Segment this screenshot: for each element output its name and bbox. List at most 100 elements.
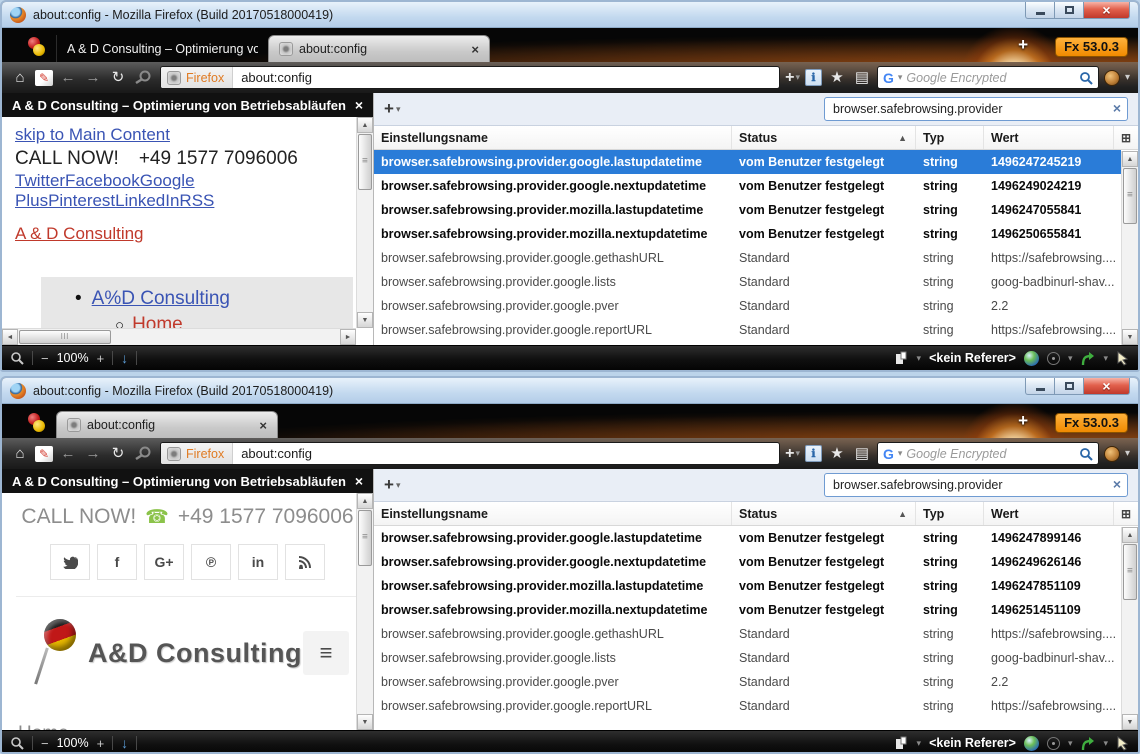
selection-tool-icon[interactable]	[133, 445, 155, 463]
clipboard-icon[interactable]: ▤	[852, 446, 872, 461]
proxy-globe-icon[interactable]	[1024, 736, 1039, 751]
config-row[interactable]: browser.safebrowsing.provider.google.nex…	[374, 174, 1121, 198]
linkedin-icon[interactable]: in	[238, 544, 278, 580]
config-filter-input[interactable]	[824, 473, 1128, 497]
config-row[interactable]: browser.safebrowsing.provider.google.las…	[374, 526, 1121, 550]
table-vertical-scrollbar[interactable]: ▲▼	[1121, 527, 1138, 730]
add-toolbar-button[interactable]: +▾	[785, 445, 800, 463]
column-typ[interactable]: Typ	[916, 126, 984, 149]
pages-icon[interactable]	[895, 351, 909, 365]
column-wert[interactable]: Wert	[984, 126, 1114, 149]
url-bar[interactable]: Firefox about:config	[160, 442, 780, 465]
sidebar-close-icon[interactable]: ×	[355, 97, 363, 113]
add-pref-button[interactable]: +▾	[384, 99, 400, 119]
search-box[interactable]: G ▾	[877, 442, 1099, 465]
referer-status[interactable]: <kein Referer>	[929, 351, 1016, 365]
forward-icon[interactable]: →	[83, 446, 103, 461]
config-row[interactable]: browser.safebrowsing.provider.google.rep…	[374, 318, 1121, 342]
sidebar-horizontal-scrollbar[interactable]: ◄►	[2, 328, 356, 345]
referer-status[interactable]: <kein Referer>	[929, 736, 1016, 750]
config-row[interactable]: browser.safebrowsing.provider.google.get…	[374, 246, 1121, 270]
zoom-out-button[interactable]: −	[41, 737, 49, 750]
search-box[interactable]: G ▾	[877, 66, 1099, 89]
web-search-input[interactable]	[906, 447, 1075, 461]
config-row[interactable]: browser.safebrowsing.provider.mozilla.la…	[374, 574, 1121, 598]
add-toolbar-button[interactable]: +▾	[785, 69, 800, 87]
target-dropdown-icon[interactable]: ▾	[1068, 738, 1073, 749]
add-pref-button[interactable]: +▾	[384, 475, 400, 495]
cursor-icon[interactable]	[1116, 351, 1130, 366]
edit-pencil-icon[interactable]: ✎	[35, 446, 53, 462]
cursor-icon[interactable]	[1116, 736, 1130, 751]
page-info-icon[interactable]: ℹ	[805, 445, 822, 462]
zoom-level[interactable]: 100%	[57, 351, 89, 365]
zoom-in-button[interactable]: +	[97, 352, 105, 365]
column-picker-icon[interactable]: ⊞	[1114, 131, 1138, 145]
go-up-arrow-icon[interactable]	[1080, 736, 1095, 751]
column-picker-icon[interactable]: ⊞	[1114, 507, 1138, 521]
toolbar-overflow-icon[interactable]: ▾	[1125, 72, 1130, 83]
clear-filter-icon[interactable]: ×	[1113, 100, 1121, 116]
rss-icon[interactable]	[285, 544, 325, 580]
proxy-globe-icon[interactable]	[1024, 351, 1039, 366]
status-magnifier-icon[interactable]	[10, 736, 24, 750]
tab-about-config[interactable]: about:config ×	[56, 411, 278, 438]
maximize-button[interactable]	[1055, 378, 1084, 395]
new-tab-button[interactable]: +	[1018, 411, 1028, 431]
engine-dropdown-icon[interactable]: ▾	[898, 448, 903, 459]
clipboard-icon[interactable]: ▤	[852, 70, 872, 85]
go-up-arrow-icon[interactable]	[1080, 351, 1095, 366]
home-icon[interactable]: ⌂	[10, 70, 30, 85]
social-links[interactable]: TwitterFacebookGoogle PlusPinterestLinke…	[15, 171, 353, 211]
back-icon[interactable]: ←	[58, 446, 78, 461]
clear-filter-icon[interactable]: ×	[1113, 476, 1121, 492]
pages-icon[interactable]	[895, 736, 909, 750]
search-magnifier-icon[interactable]	[1079, 71, 1093, 85]
edit-pencil-icon[interactable]: ✎	[35, 70, 53, 86]
bookmark-star-icon[interactable]: ★	[827, 446, 847, 461]
google-logo-icon[interactable]: G	[883, 70, 894, 86]
fx-version-badge[interactable]: Fx 53.0.3	[1055, 37, 1128, 57]
urlbar-identity-box[interactable]: Firefox	[161, 67, 233, 88]
facebook-icon[interactable]: f	[97, 544, 137, 580]
tab-about-config[interactable]: about:config ×	[268, 35, 490, 62]
reload-icon[interactable]: ↻	[108, 446, 128, 461]
menu-item-ad-consulting[interactable]: A%D Consulting	[92, 288, 230, 310]
tab-close-icon[interactable]: ×	[471, 42, 479, 57]
config-row[interactable]: browser.safebrowsing.provider.google.lis…	[374, 270, 1121, 294]
column-status[interactable]: Status ▲	[732, 502, 916, 525]
config-row[interactable]: browser.safebrowsing.provider.mozilla.ne…	[374, 222, 1121, 246]
download-arrow-icon[interactable]: ↓	[121, 736, 128, 750]
sidebar-vertical-scrollbar[interactable]: ▲▼	[356, 493, 373, 730]
target-circle-icon[interactable]	[1047, 737, 1060, 750]
column-einstellungsname[interactable]: Einstellungsname	[374, 502, 732, 525]
toolbar-overflow-icon[interactable]: ▾	[1125, 448, 1130, 459]
titlebar[interactable]: about:config - Mozilla Firefox (Build 20…	[2, 2, 1138, 28]
pinterest-icon[interactable]: ℗	[191, 544, 231, 580]
config-row[interactable]: browser.safebrowsing.provider.google.pve…	[374, 670, 1121, 694]
zoom-level[interactable]: 100%	[57, 736, 89, 750]
brand-link[interactable]: A & D Consulting	[15, 224, 144, 244]
target-dropdown-icon[interactable]: ▾	[1068, 353, 1073, 364]
twitter-icon[interactable]	[50, 544, 90, 580]
column-wert[interactable]: Wert	[984, 502, 1114, 525]
pages-dropdown-icon[interactable]: ▾	[917, 738, 922, 749]
config-row[interactable]: browser.safebrowsing.provider.google.lis…	[374, 646, 1121, 670]
column-typ[interactable]: Typ	[916, 502, 984, 525]
greasemonkey-icon[interactable]	[1104, 70, 1120, 86]
go-up-dropdown-icon[interactable]: ▾	[1103, 353, 1108, 364]
google-logo-icon[interactable]: G	[883, 446, 894, 462]
greasemonkey-icon[interactable]	[1104, 446, 1120, 462]
forward-icon[interactable]: →	[83, 70, 103, 85]
minimize-button[interactable]	[1025, 2, 1055, 19]
config-row[interactable]: browser.safebrowsing.provider.mozilla.ne…	[374, 598, 1121, 622]
fx-version-badge[interactable]: Fx 53.0.3	[1055, 413, 1128, 433]
tab-close-icon[interactable]: ×	[259, 418, 267, 433]
home-link[interactable]: Home	[18, 723, 359, 730]
menu-toggle-button[interactable]: ≡	[303, 631, 349, 675]
close-window-button[interactable]: ×	[1084, 378, 1130, 395]
search-magnifier-icon[interactable]	[1079, 447, 1093, 461]
column-status[interactable]: Status ▲	[732, 126, 916, 149]
config-filter-input[interactable]	[824, 97, 1128, 121]
zoom-in-button[interactable]: +	[97, 737, 105, 750]
